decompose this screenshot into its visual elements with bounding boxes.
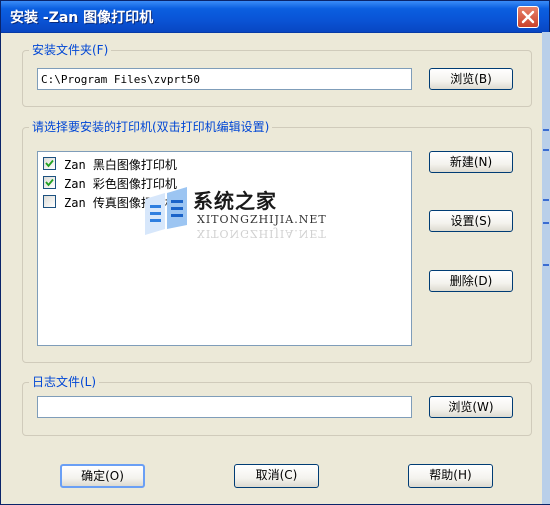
printer-checkbox[interactable] — [43, 157, 56, 170]
printer-settings-button[interactable]: 设置(S) — [429, 210, 513, 232]
printers-legend: 请选择要安装的打印机(双击打印机编辑设置) — [29, 120, 273, 134]
help-button[interactable]: 帮助(H) — [408, 464, 493, 488]
checkmark-icon — [45, 159, 54, 168]
printer-label: Zan 传真图像打印机 — [64, 196, 177, 210]
close-button[interactable] — [517, 6, 539, 28]
install-path-input[interactable]: C:\Program Files\zvprt50 — [37, 68, 412, 90]
checkmark-icon — [45, 178, 54, 187]
log-file-legend: 日志文件(L) — [29, 375, 100, 389]
printer-checkbox[interactable] — [43, 195, 56, 208]
title-bar[interactable]: 安装 -Zan 图像打印机 — [1, 1, 549, 33]
install-folder-legend: 安装文件夹(F) — [29, 43, 112, 57]
cancel-button[interactable]: 取消(C) — [234, 464, 319, 488]
background-window-edge — [542, 32, 550, 504]
printer-label: Zan 黑白图像打印机 — [64, 158, 177, 172]
install-dialog: 安装 -Zan 图像打印机 安装文件夹(F) C:\Program Files\… — [0, 0, 550, 505]
browse-log-button[interactable]: 浏览(W) — [429, 396, 513, 418]
log-path-input[interactable] — [37, 396, 412, 418]
close-icon — [521, 10, 535, 24]
printer-list[interactable]: Zan 黑白图像打印机 Zan 彩色图像打印机 Zan 传真图像打印机 — [37, 151, 412, 346]
new-printer-button[interactable]: 新建(N) — [429, 151, 513, 173]
printer-checkbox[interactable] — [43, 176, 56, 189]
window-title: 安装 -Zan 图像打印机 — [10, 10, 154, 26]
browse-install-button[interactable]: 浏览(B) — [429, 68, 513, 90]
printer-label: Zan 彩色图像打印机 — [64, 177, 177, 191]
delete-printer-button[interactable]: 删除(D) — [429, 270, 513, 292]
ok-button[interactable]: 确定(O) — [60, 464, 145, 488]
